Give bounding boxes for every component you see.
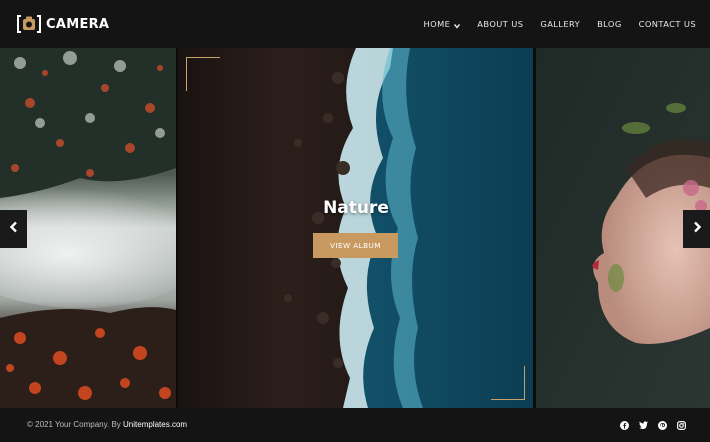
chevron-down-icon <box>454 21 461 29</box>
nav-gallery[interactable]: GALLERY <box>540 19 580 29</box>
pinterest-icon[interactable] <box>657 420 667 430</box>
camera-icon <box>16 13 42 35</box>
slide-title: Nature <box>323 198 389 218</box>
nav-blog[interactable]: BLOG <box>597 19 622 29</box>
instagram-icon[interactable] <box>676 420 686 430</box>
frame-corner-top-left <box>186 57 220 91</box>
copyright-prefix: © 2021 Your Company. By <box>27 420 124 429</box>
slider-next-button[interactable] <box>683 210 710 248</box>
social-links <box>610 420 686 430</box>
nav-home[interactable]: HOME <box>424 19 461 29</box>
slide-image-coast[interactable] <box>178 48 533 408</box>
chevron-right-icon <box>692 220 702 238</box>
chevron-left-icon <box>9 220 19 238</box>
view-album-button[interactable]: VIEW ALBUM <box>313 233 398 258</box>
brand-logo[interactable]: CAMERA <box>16 13 109 35</box>
top-navbar: CAMERA HOME ABOUT US GALLERY BLOG CONTAC… <box>0 0 710 48</box>
main-nav: HOME ABOUT US GALLERY BLOG CONTACT US <box>407 0 696 48</box>
brand-name: CAMERA <box>46 16 110 32</box>
copyright-text: © 2021 Your Company. By Unitemplates.com <box>27 420 187 429</box>
nav-home-label: HOME <box>423 19 451 29</box>
twitter-icon[interactable] <box>638 420 648 430</box>
footer: © 2021 Your Company. By Unitemplates.com <box>0 408 710 442</box>
frame-corner-bottom-right <box>491 366 525 400</box>
slider-prev-button[interactable] <box>0 210 27 248</box>
nav-about-us[interactable]: ABOUT US <box>477 19 523 29</box>
nav-contact-us[interactable]: CONTACT US <box>639 19 696 29</box>
gallery-slider: Nature VIEW ALBUM <box>0 48 710 408</box>
facebook-icon[interactable] <box>619 420 629 430</box>
footer-credit-link[interactable]: Unitemplates.com <box>123 420 187 429</box>
